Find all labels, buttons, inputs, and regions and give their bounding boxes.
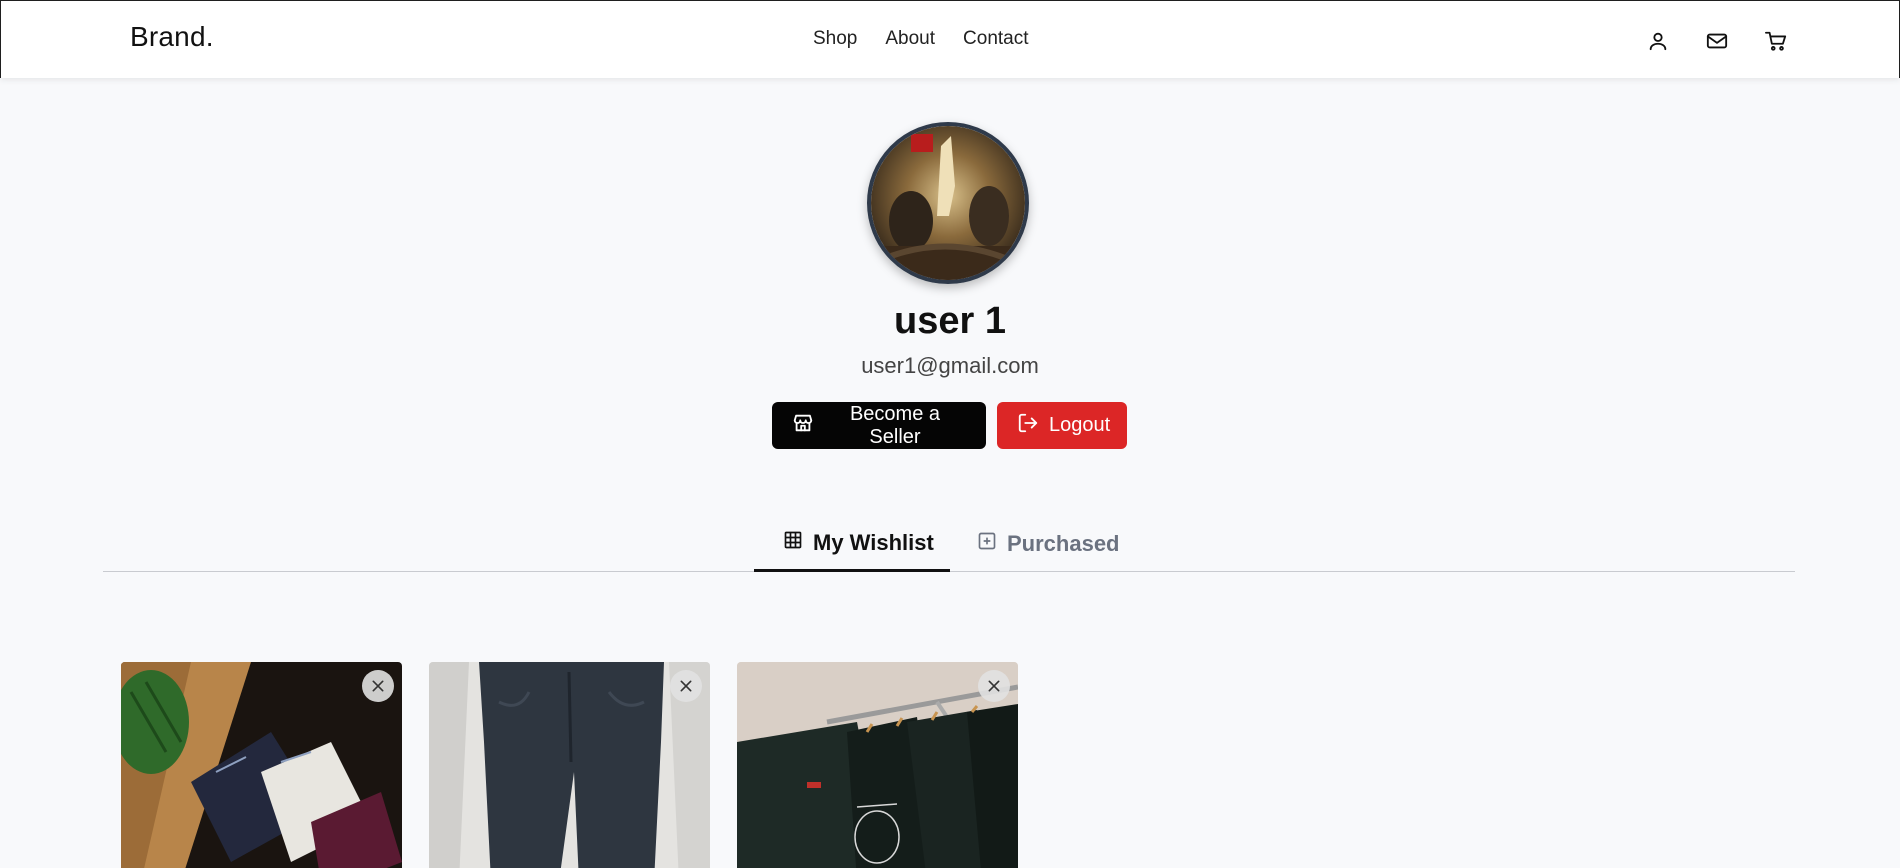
tab-purchased[interactable]: Purchased (977, 516, 1137, 572)
brand-logo[interactable]: Brand. (130, 21, 214, 53)
wishlist-card[interactable] (121, 662, 402, 868)
folded-shirts-photo (121, 662, 402, 868)
logout-icon (1017, 412, 1039, 440)
tab-purchased-label: Purchased (1007, 531, 1120, 556)
black-tshirts-rack-photo (737, 662, 1018, 868)
become-seller-button[interactable]: Become a Seller (772, 402, 986, 449)
logout-label: Logout (1049, 414, 1111, 436)
user-email: user1@gmail.com (861, 353, 1039, 378)
close-icon (988, 680, 1000, 692)
profile-actions: Become a Seller Logout (772, 402, 1127, 449)
profile-tabs: My Wishlist Purchased (103, 516, 1795, 572)
grid-icon (783, 530, 803, 556)
plus-square-icon (977, 531, 997, 557)
tab-wishlist-label: My Wishlist (813, 529, 934, 555)
close-icon (372, 680, 384, 692)
avatar (867, 122, 1029, 284)
tab-wishlist[interactable]: My Wishlist (754, 516, 950, 572)
mail-icon[interactable] (1704, 28, 1730, 54)
user-icon[interactable] (1645, 28, 1671, 54)
wishlist-card[interactable] (429, 662, 710, 868)
wishlist-grid (121, 662, 1018, 868)
user-name: user 1 (894, 300, 1006, 342)
cart-icon[interactable] (1763, 28, 1789, 54)
nav-contact-link[interactable]: Contact (963, 28, 1028, 50)
close-icon (680, 680, 692, 692)
store-icon (792, 412, 814, 440)
become-seller-label: Become a Seller (849, 402, 941, 448)
wishlist-card[interactable] (737, 662, 1018, 868)
logout-button[interactable]: Logout (997, 402, 1127, 449)
nav-about-link[interactable]: About (885, 28, 935, 50)
nav-shop-link[interactable]: Shop (813, 28, 857, 50)
dark-jeans-photo (429, 662, 710, 868)
top-navbar: Brand. Shop About Contact (0, 0, 1900, 78)
remove-from-wishlist-button[interactable] (362, 670, 394, 702)
nav-links: Shop About Contact (813, 28, 1029, 50)
nav-icons (1645, 28, 1789, 54)
remove-from-wishlist-button[interactable] (978, 670, 1010, 702)
remove-from-wishlist-button[interactable] (670, 670, 702, 702)
